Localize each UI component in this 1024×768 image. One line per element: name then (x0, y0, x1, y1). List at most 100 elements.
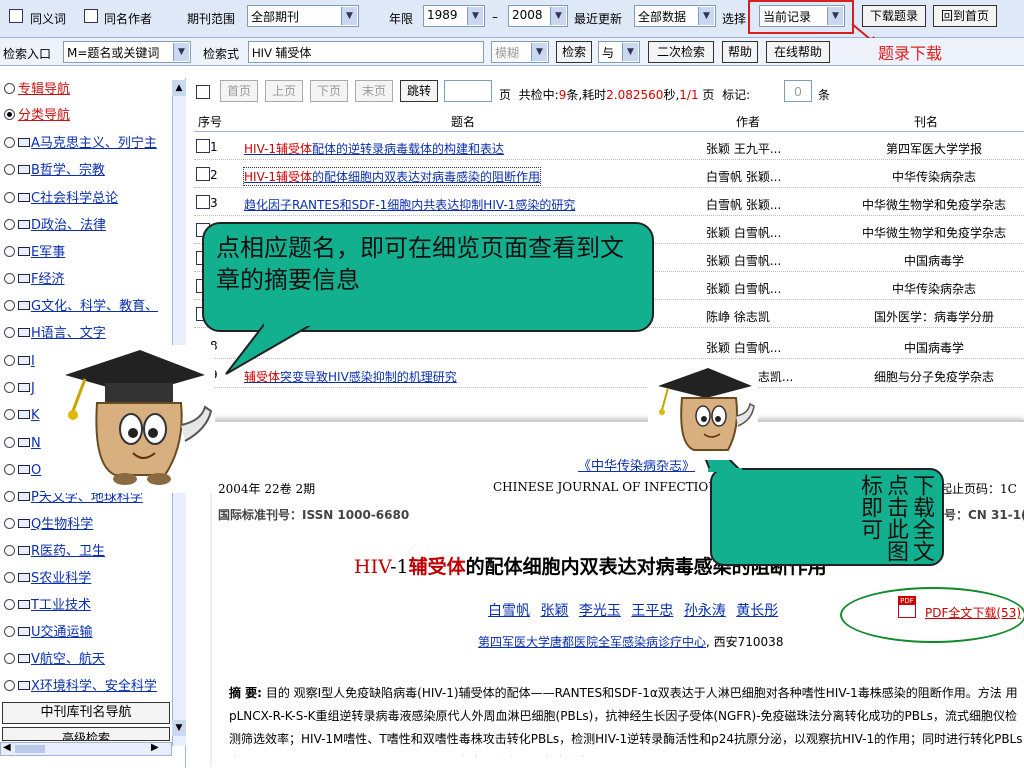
radio-icon[interactable] (4, 83, 15, 94)
sidebar-item-j[interactable]: J (4, 377, 35, 401)
sidebar-item-i[interactable]: I (4, 350, 35, 374)
sidebar-item-k[interactable]: K (4, 404, 40, 428)
radio-icon[interactable] (4, 464, 15, 475)
radio-icon[interactable] (4, 545, 15, 556)
sidebar-item-album-nav[interactable]: 专辑导航 (4, 78, 70, 102)
radio-icon[interactable] (4, 409, 15, 420)
year-from-select[interactable]: 1989 ▼ (423, 5, 485, 27)
row-checkbox[interactable] (196, 139, 210, 153)
advanced-search-button[interactable]: 高级检索 (2, 727, 170, 741)
radio-icon[interactable] (4, 382, 15, 393)
sidebar-item-f[interactable]: F经济 (4, 268, 64, 292)
record-select[interactable]: 当前记录 ▼ (759, 5, 845, 27)
sidebar-item-s[interactable]: S农业科学 (4, 567, 91, 591)
select-all-checkbox[interactable] (196, 85, 210, 99)
fuzzy-select[interactable]: 模糊 ▼ (491, 41, 549, 63)
sidebar-item-e[interactable]: E军事 (4, 241, 65, 265)
search-button[interactable]: 检索 (556, 41, 592, 63)
home-button[interactable]: 回到首页 (933, 5, 997, 27)
online-help-button[interactable]: 在线帮助 (766, 41, 830, 63)
sidebar-item-x[interactable]: X环境科学、安全科学 (4, 675, 157, 699)
first-page-button[interactable]: 首页 (220, 80, 258, 102)
sidebar-item-o[interactable]: O (4, 459, 41, 483)
author-link[interactable]: 白雪帆 (488, 603, 530, 619)
help-button[interactable]: 帮助 (722, 41, 758, 63)
row-checkbox[interactable] (196, 167, 210, 181)
sidebar-item-r[interactable]: R医药、卫生 (4, 540, 105, 564)
year-to-select[interactable]: 2008 ▼ (508, 5, 568, 27)
chevron-down-icon[interactable]: ▼ (172, 720, 186, 736)
radio-icon[interactable] (4, 109, 15, 120)
radio-icon[interactable] (4, 300, 15, 311)
logic-select[interactable]: 与 ▼ (598, 41, 640, 63)
author-link[interactable]: 王平忠 (631, 603, 673, 619)
last-page-button[interactable]: 末页 (355, 80, 393, 102)
search-entry-select[interactable]: M=题名或关键词 ▼ (63, 41, 191, 63)
sidebar-item-c[interactable]: C社会科学总论 (4, 187, 118, 211)
next-page-button[interactable]: 下页 (310, 80, 348, 102)
synonym-checkbox[interactable] (9, 9, 23, 23)
radio-icon[interactable] (4, 192, 15, 203)
radio-icon[interactable] (4, 327, 15, 338)
radio-icon[interactable] (4, 572, 15, 583)
sidebar-item-v[interactable]: V航空、航天 (4, 648, 105, 672)
prev-page-button[interactable]: 上页 (265, 80, 303, 102)
sidebar-item-q[interactable]: Q生物科学 (4, 513, 93, 537)
jump-page-input[interactable] (444, 80, 492, 102)
author-link[interactable]: 孙永涛 (684, 603, 726, 619)
radio-icon[interactable] (4, 491, 15, 502)
author-link[interactable]: 张颖 (540, 603, 568, 619)
chevron-left-icon[interactable]: ◀ (3, 742, 11, 753)
mascot-graduate-small-icon (648, 364, 758, 460)
scroll-thumb[interactable] (15, 745, 45, 753)
radio-icon[interactable] (4, 599, 15, 610)
sidebar-hscrollbar[interactable]: ◀ ▶ (0, 742, 172, 756)
mark-count-input[interactable] (784, 80, 812, 102)
table-row[interactable]: 1 HIV-1辅受体配体的逆转录病毒载体的构建和表达 张颖 王九平... 第四军医大学… (194, 134, 1024, 160)
sidebar-item-h[interactable]: H语言、文字 (4, 322, 106, 346)
radio-icon[interactable] (4, 653, 15, 664)
radio-icon[interactable] (4, 355, 15, 366)
search-input[interactable] (248, 41, 484, 63)
sidebar-item-b[interactable]: B哲学、宗教 (4, 159, 105, 183)
secondary-search-button[interactable]: 二次检索 (648, 41, 714, 63)
chevron-right-icon[interactable]: ▶ (151, 742, 159, 753)
callout-right-text: 下载全文点击此图标即可 (857, 474, 934, 562)
radio-icon[interactable] (4, 164, 15, 175)
journal-nav-button[interactable]: 中刊库刊名导航 (2, 702, 170, 724)
sidebar-item-g[interactable]: G文化、科学、教育、 (4, 295, 158, 319)
jump-button[interactable]: 跳转 (400, 80, 438, 102)
sidebar-item-d[interactable]: D政治、法律 (4, 214, 106, 238)
radio-icon[interactable] (4, 518, 15, 529)
radio-icon[interactable] (4, 680, 15, 691)
author-link[interactable]: 李光玉 (579, 603, 621, 619)
sidebar-item-u[interactable]: U交通运输 (4, 621, 93, 645)
page-range: 起止页码：1C (940, 482, 1017, 496)
radio-icon[interactable] (4, 246, 15, 257)
update-label: 最近更新 (574, 12, 623, 26)
same-author-checkbox[interactable] (84, 9, 98, 23)
article-title-link[interactable]: HIV-1辅受体的配体细胞内双表达对病毒感染的阻断作用 (242, 167, 542, 186)
radio-icon[interactable] (4, 273, 15, 284)
row-checkbox[interactable] (196, 195, 210, 209)
sidebar-item-t[interactable]: T工业技术 (4, 594, 91, 618)
table-row[interactable]: 3 趋化因子RANTES和SDF-1细胞内共表达抑制HIV-1感染的研究 白雪帆 张… (194, 190, 1024, 216)
update-select[interactable]: 全部数据 ▼ (634, 5, 716, 27)
radio-icon[interactable] (4, 437, 15, 448)
sidebar-item-category-nav[interactable]: 分类导航 (4, 104, 70, 128)
journal-range-select[interactable]: 全部期刊 ▼ (247, 5, 359, 27)
sidebar-item-a[interactable]: A马克思主义、列宁主 (4, 132, 157, 156)
pdf-icon[interactable]: PDF (898, 596, 916, 618)
pdf-download-link[interactable]: PDF全文下载(53) (925, 604, 1024, 621)
sidebar-item-n[interactable]: N (4, 432, 41, 456)
radio-icon[interactable] (4, 219, 15, 230)
author-link[interactable]: 黄长彤 (736, 603, 778, 619)
radio-icon[interactable] (4, 626, 15, 637)
table-row[interactable]: 2 HIV-1辅受体的配体细胞内双表达对病毒感染的阻断作用 白雪帆 张颖... 中华传… (194, 162, 1024, 188)
article-title-link[interactable]: HIV-1辅受体配体的逆转录病毒载体的构建和表达 (244, 140, 504, 157)
article-title-link[interactable]: 趋化因子RANTES和SDF-1细胞内共表达抑制HIV-1感染的研究 (244, 196, 575, 213)
chevron-up-icon[interactable]: ▲ (172, 80, 186, 96)
table-header: 序号 题名 作者 刊名 (194, 108, 1024, 132)
radio-icon[interactable] (4, 137, 15, 148)
panel-bottom (212, 756, 1024, 768)
